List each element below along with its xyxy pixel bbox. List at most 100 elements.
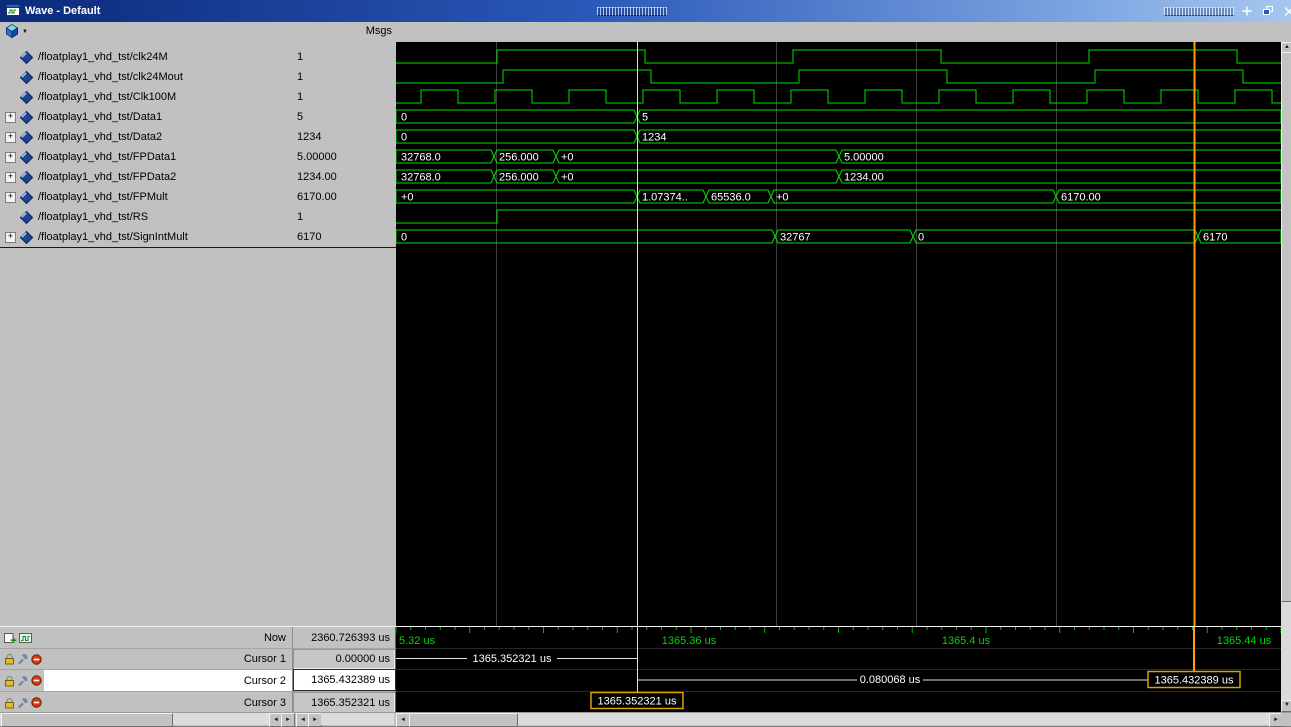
titlebar-grip[interactable] bbox=[1164, 6, 1235, 16]
signal-row[interactable]: /floatplay1_vhd_tst/RS bbox=[0, 207, 293, 227]
cursor-row-label-cell[interactable]: Cursor 1 bbox=[0, 648, 293, 669]
signal-name: /floatplay1_vhd_tst/FPMult bbox=[38, 191, 168, 203]
signal-name: /floatplay1_vhd_tst/Clk100M bbox=[38, 91, 177, 103]
expand-plus-icon[interactable]: + bbox=[5, 231, 16, 243]
timeline-label: 5.32 us bbox=[399, 635, 436, 647]
signal-names-panel[interactable]: /floatplay1_vhd_tst/clk24M/floatplay1_vh… bbox=[0, 42, 294, 631]
signal-value-row[interactable]: 6170.00 bbox=[293, 187, 396, 207]
waveform-icon bbox=[19, 632, 32, 643]
signal-value-row[interactable]: 6170 bbox=[293, 227, 396, 248]
delete-cursor-icon[interactable] bbox=[31, 675, 42, 686]
delete-cursor-icon[interactable] bbox=[31, 697, 42, 708]
signal-row[interactable]: + /floatplay1_vhd_tst/FPData2 bbox=[0, 167, 293, 187]
wrench-icon bbox=[18, 654, 28, 665]
bus-value-label: 0 bbox=[918, 232, 924, 244]
signal-row[interactable]: + /floatplay1_vhd_tst/Data2 bbox=[0, 127, 293, 147]
wrench-icon bbox=[18, 675, 28, 686]
lock-icon bbox=[5, 675, 14, 686]
signal-value-row[interactable]: 1 bbox=[293, 87, 396, 107]
bus-value-label: 1234 bbox=[642, 132, 666, 144]
waveform-icon[interactable] bbox=[19, 632, 32, 644]
signal-diamond-icon bbox=[20, 210, 33, 224]
add-cursor-icon[interactable] bbox=[4, 632, 17, 644]
wrench-icon[interactable] bbox=[17, 697, 29, 709]
signal-row[interactable]: /floatplay1_vhd_tst/clk24Mout bbox=[0, 67, 293, 87]
lock-icon[interactable] bbox=[4, 675, 15, 687]
dock-button[interactable] bbox=[1239, 4, 1255, 19]
wave-hscroll-track[interactable] bbox=[396, 713, 1281, 725]
expand-plus-icon[interactable]: + bbox=[5, 111, 16, 123]
cursor-row-label-cell[interactable]: Cursor 3 bbox=[0, 691, 293, 713]
waveform-canvas[interactable]: 0 5 0 1234 32768.0 256.000 +0 5.00000 32768.0 256… bbox=[395, 42, 1282, 626]
chevron-down-icon[interactable]: ▼ bbox=[22, 29, 28, 35]
bus-value-label: 6170 bbox=[1203, 232, 1227, 244]
signal-value-row[interactable]: 1 bbox=[293, 67, 396, 87]
cursor-track-canvas[interactable]: 5.32 us 1365.36 us 1365.4 us 1365.44 us 1365… bbox=[396, 627, 1281, 713]
signal-row[interactable]: /floatplay1_vhd_tst/clk24M bbox=[0, 47, 293, 67]
signal-name: /floatplay1_vhd_tst/RS bbox=[38, 211, 149, 223]
signal-row[interactable]: + /floatplay1_vhd_tst/SignIntMult bbox=[0, 227, 293, 248]
lock-icon[interactable] bbox=[4, 653, 15, 665]
expand-plus-icon[interactable]: + bbox=[5, 151, 16, 163]
wrench-icon[interactable] bbox=[17, 675, 29, 687]
cursor3-time-label: 1365.352321 us bbox=[598, 696, 677, 708]
vertical-scroll-thumb[interactable] bbox=[1281, 52, 1291, 602]
expand-plus-icon[interactable]: + bbox=[5, 131, 16, 143]
vertical-scrollbar[interactable]: ▲ ▼ bbox=[1281, 42, 1291, 712]
bus-value-label: 0 bbox=[401, 112, 407, 124]
titlebar-grip[interactable] bbox=[597, 6, 668, 16]
close-icon[interactable] bbox=[1281, 4, 1291, 19]
signal-value-row[interactable]: 1 bbox=[293, 47, 396, 67]
signal-diamond-icon bbox=[20, 110, 33, 124]
cursor-row-label: Now bbox=[263, 631, 286, 644]
cursor-time-value[interactable]: 2360.726393 us bbox=[293, 627, 396, 648]
signal-row[interactable]: + /floatplay1_vhd_tst/Data1 bbox=[0, 107, 293, 127]
delete-cursor-icon[interactable] bbox=[31, 653, 42, 665]
bus-value-label: +0 bbox=[776, 192, 789, 204]
cursor-row-label-cell[interactable]: Cursor 2 bbox=[0, 669, 293, 691]
signal-name: /floatplay1_vhd_tst/clk24Mout bbox=[38, 71, 183, 83]
wrench-icon[interactable] bbox=[17, 653, 29, 665]
cursor-time-value[interactable]: 0.00000 us bbox=[293, 648, 396, 669]
bus-value-label: 32767 bbox=[780, 232, 811, 244]
signal-value: 1234.00 bbox=[297, 171, 337, 183]
signal-values-panel[interactable]: 1 1 1 5 1234 5.00000 1234.00 6170.00 1 6170 bbox=[293, 42, 397, 631]
signal-diamond-icon bbox=[20, 130, 33, 144]
signal-row[interactable]: + /floatplay1_vhd_tst/FPMult bbox=[0, 187, 293, 207]
signal-value-row[interactable]: 1234.00 bbox=[293, 167, 396, 187]
signal-diamond-icon bbox=[20, 170, 33, 184]
signal-diamond-icon bbox=[20, 230, 33, 244]
signal-row[interactable]: /floatplay1_vhd_tst/Clk100M bbox=[0, 87, 293, 107]
scrollbar-corner bbox=[1281, 713, 1291, 726]
signal-diamond-icon bbox=[20, 230, 33, 244]
signal-value-row[interactable]: 5.00000 bbox=[293, 147, 396, 167]
signal-value: 1234 bbox=[297, 131, 322, 143]
signal-value: 6170 bbox=[297, 231, 322, 243]
cursor-time-value[interactable]: 1365.432389 us bbox=[293, 669, 396, 691]
titlebar[interactable]: Wave - Default bbox=[0, 0, 1291, 22]
lock-icon[interactable] bbox=[4, 697, 15, 709]
waveform-area[interactable]: 0 5 0 1234 32768.0 256.000 +0 5.00000 32768.0 256… bbox=[395, 42, 1282, 626]
values-hscroll-track[interactable] bbox=[321, 713, 394, 725]
expand-plus-icon[interactable]: + bbox=[5, 191, 16, 203]
wave-mode-cube-icon[interactable] bbox=[4, 23, 20, 42]
bus-value-label: 1234.00 bbox=[844, 172, 884, 184]
signal-value-row[interactable]: 1234 bbox=[293, 127, 396, 147]
wave-toolbar: ▼ Msgs bbox=[0, 22, 1291, 43]
timeline-label: 1365.44 us bbox=[1217, 635, 1272, 647]
bus-value-label: 6170.00 bbox=[1061, 192, 1101, 204]
signal-value-row[interactable]: 5 bbox=[293, 107, 396, 127]
signal-row[interactable]: + /floatplay1_vhd_tst/FPData1 bbox=[0, 147, 293, 167]
cursor1-track-label: 1365.352321 us bbox=[473, 653, 552, 665]
delete-cursor-icon bbox=[31, 697, 42, 708]
values-column-header: Msgs bbox=[365, 25, 392, 37]
cursor-row-label-cell[interactable]: Now bbox=[0, 627, 293, 648]
expand-plus-icon[interactable]: + bbox=[5, 171, 16, 183]
bus-value-label: 5 bbox=[642, 112, 648, 124]
bus-value-label: 1.07374.. bbox=[642, 192, 688, 204]
scroll-down-button[interactable]: ▼ bbox=[1281, 700, 1291, 712]
cursor-time-value[interactable]: 1365.352321 us bbox=[293, 691, 396, 713]
restore-button[interactable] bbox=[1260, 4, 1276, 19]
signal-value-row[interactable]: 1 bbox=[293, 207, 396, 227]
bus-value-label: +0 bbox=[561, 172, 574, 184]
